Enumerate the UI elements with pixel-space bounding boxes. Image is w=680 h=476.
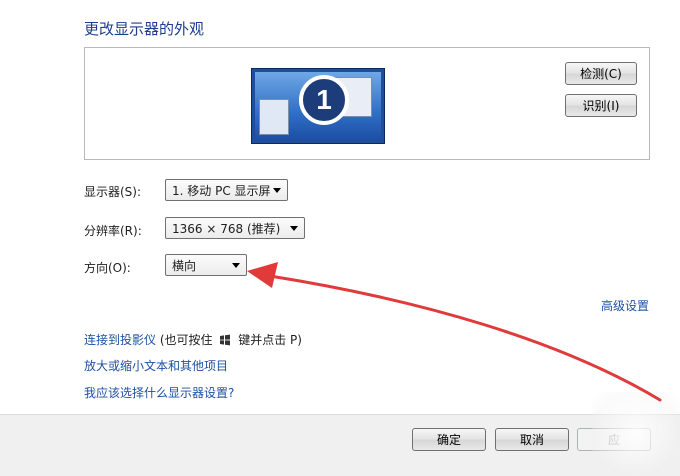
display-label: 显示器(S):	[84, 185, 142, 199]
projector-hint-prefix: (也可按住	[159, 333, 213, 347]
window-thumbnail-icon	[259, 99, 289, 135]
projector-hint-suffix: 键并点击 P)	[238, 333, 302, 347]
monitor-1-thumbnail[interactable]: 1	[251, 68, 385, 144]
chevron-down-icon	[232, 263, 240, 268]
projector-row: 连接到投影仪 (也可按住 键并点击 P)	[84, 331, 302, 348]
windows-logo-icon	[220, 334, 231, 346]
orientation-select-value: 横向	[172, 258, 197, 273]
display-select[interactable]: 1. 移动 PC 显示屏	[165, 179, 288, 201]
identify-button[interactable]: 识别(I)	[565, 94, 637, 117]
detect-button[interactable]: 检测(C)	[565, 62, 637, 85]
connect-projector-link[interactable]: 连接到投影仪	[84, 333, 156, 347]
watermark-blur	[592, 392, 680, 476]
resolution-label: 分辨率(R):	[84, 224, 142, 238]
page-title: 更改显示器的外观	[84, 20, 205, 38]
cancel-button[interactable]: 取消	[495, 428, 569, 451]
monitor-number-badge: 1	[299, 75, 349, 125]
orientation-label: 方向(O):	[84, 261, 131, 275]
chevron-down-icon	[290, 226, 298, 231]
display-help-link[interactable]: 我应该选择什么显示器设置?	[84, 384, 234, 401]
resolution-select[interactable]: 1366 × 768 (推荐)	[165, 217, 305, 239]
display-select-value: 1. 移动 PC 显示屏	[172, 183, 271, 198]
advanced-settings-link[interactable]: 高级设置	[601, 297, 649, 314]
orientation-select[interactable]: 横向	[165, 254, 247, 276]
resolution-select-value: 1366 × 768 (推荐)	[172, 221, 281, 236]
text-size-link[interactable]: 放大或缩小文本和其他项目	[84, 357, 228, 374]
chevron-down-icon	[273, 188, 281, 193]
ok-button[interactable]: 确定	[412, 428, 486, 451]
